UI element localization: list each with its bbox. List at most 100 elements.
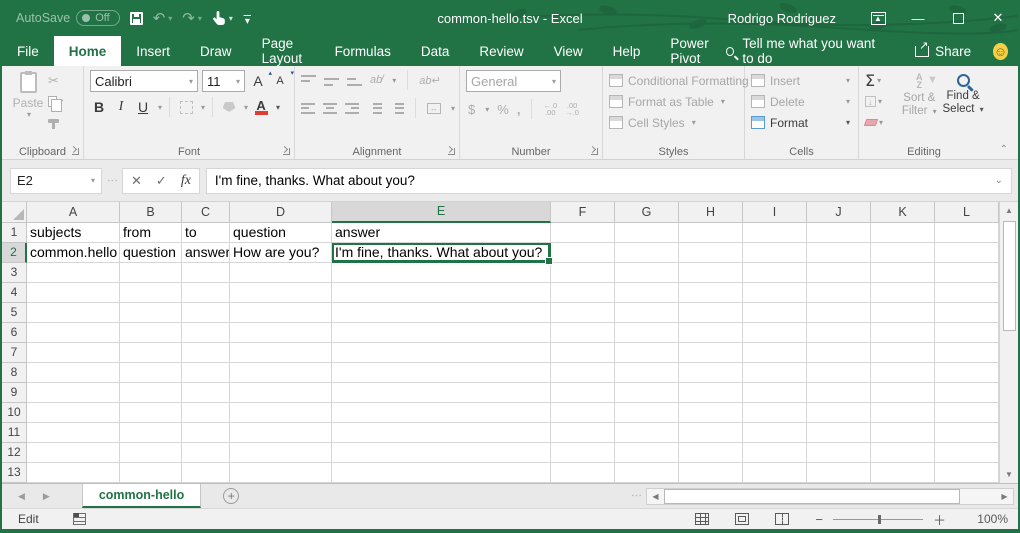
- merge-center-icon[interactable]: ↔: [427, 103, 441, 114]
- horizontal-scrollbar[interactable]: ◀ ▶: [646, 488, 1014, 505]
- cell-K5[interactable]: [871, 303, 935, 323]
- italic-button[interactable]: I: [112, 97, 130, 117]
- select-all-button[interactable]: [2, 202, 27, 223]
- currency-format-button[interactable]: $: [468, 102, 475, 117]
- formula-bar-grip-icon[interactable]: ⋮: [108, 175, 116, 187]
- cell-C9[interactable]: [182, 383, 230, 403]
- enter-icon[interactable]: ✓: [156, 173, 167, 189]
- cell-B4[interactable]: [120, 283, 182, 303]
- comma-format-button[interactable]: ,: [517, 102, 521, 117]
- cell-H3[interactable]: [679, 263, 743, 283]
- cell-D6[interactable]: [230, 323, 332, 343]
- cell-C3[interactable]: [182, 263, 230, 283]
- cell-L3[interactable]: [935, 263, 999, 283]
- prev-sheet-icon[interactable]: ◀: [18, 491, 25, 502]
- cell-K7[interactable]: [871, 343, 935, 363]
- cell-J11[interactable]: [807, 423, 871, 443]
- increase-decimal-button[interactable]: ←.0.00: [543, 102, 557, 116]
- cell-B8[interactable]: [120, 363, 182, 383]
- cell-D9[interactable]: [230, 383, 332, 403]
- cell-C2[interactable]: answer: [182, 243, 230, 263]
- column-header-B[interactable]: B: [120, 202, 182, 223]
- column-header-H[interactable]: H: [679, 202, 743, 223]
- column-header-A[interactable]: A: [27, 202, 120, 223]
- cell-G4[interactable]: [615, 283, 679, 303]
- cell-D7[interactable]: [230, 343, 332, 363]
- cell-K13[interactable]: [871, 463, 935, 483]
- cell-L4[interactable]: [935, 283, 999, 303]
- cell-G12[interactable]: [615, 443, 679, 463]
- cell-G9[interactable]: [615, 383, 679, 403]
- cell-D10[interactable]: [230, 403, 332, 423]
- zoom-level[interactable]: 100%: [972, 512, 1008, 526]
- cell-G11[interactable]: [615, 423, 679, 443]
- format-as-table-button[interactable]: Format as Table▾: [609, 91, 740, 112]
- page-break-view-icon[interactable]: [775, 513, 789, 525]
- cell-H2[interactable]: [679, 243, 743, 263]
- cell-L13[interactable]: [935, 463, 999, 483]
- cell-C4[interactable]: [182, 283, 230, 303]
- paste-button[interactable]: Paste ▾: [8, 70, 48, 143]
- maximize-button[interactable]: [938, 0, 978, 36]
- cell-G6[interactable]: [615, 323, 679, 343]
- cell-D3[interactable]: [230, 263, 332, 283]
- cell-C7[interactable]: [182, 343, 230, 363]
- cell-F10[interactable]: [551, 403, 615, 423]
- cell-B3[interactable]: [120, 263, 182, 283]
- cell-J2[interactable]: [807, 243, 871, 263]
- cell-D1[interactable]: question: [230, 223, 332, 243]
- scroll-right-icon[interactable]: ▶: [996, 492, 1013, 501]
- cell-I6[interactable]: [743, 323, 807, 343]
- format-painter-button[interactable]: [48, 113, 63, 129]
- cell-A11[interactable]: [27, 423, 120, 443]
- cell-B9[interactable]: [120, 383, 182, 403]
- tab-page-layout[interactable]: Page Layout: [247, 36, 320, 66]
- new-sheet-button[interactable]: +: [223, 484, 239, 508]
- cell-I11[interactable]: [743, 423, 807, 443]
- cell-J10[interactable]: [807, 403, 871, 423]
- column-header-E[interactable]: E: [332, 202, 551, 223]
- cell-D12[interactable]: [230, 443, 332, 463]
- cell-K10[interactable]: [871, 403, 935, 423]
- decrease-decimal-button[interactable]: .00→.0: [565, 102, 579, 116]
- zoom-slider-thumb[interactable]: [878, 515, 881, 524]
- redo-button[interactable]: ↷▾: [182, 9, 202, 27]
- cell-E2[interactable]: I'm fine, thanks. What about you?: [332, 243, 551, 263]
- cell-H6[interactable]: [679, 323, 743, 343]
- name-box[interactable]: E2▾: [10, 168, 102, 194]
- cell-H9[interactable]: [679, 383, 743, 403]
- borders-button[interactable]: [177, 97, 195, 117]
- row-header-3[interactable]: 3: [2, 263, 27, 283]
- cell-B1[interactable]: from: [120, 223, 182, 243]
- cell-C5[interactable]: [182, 303, 230, 323]
- cell-A8[interactable]: [27, 363, 120, 383]
- cell-K1[interactable]: [871, 223, 935, 243]
- cell-C10[interactable]: [182, 403, 230, 423]
- cell-F12[interactable]: [551, 443, 615, 463]
- cell-L1[interactable]: [935, 223, 999, 243]
- user-name[interactable]: Rodrigo Rodriguez: [728, 11, 836, 26]
- column-header-C[interactable]: C: [182, 202, 230, 223]
- cell-J3[interactable]: [807, 263, 871, 283]
- tab-formulas[interactable]: Formulas: [320, 36, 406, 66]
- increase-indent-icon[interactable]: [390, 103, 404, 114]
- cell-E7[interactable]: [332, 343, 551, 363]
- cell-L8[interactable]: [935, 363, 999, 383]
- font-size-combobox[interactable]: 11▾: [202, 70, 245, 92]
- sheet-tab-common-hello[interactable]: common-hello: [82, 484, 201, 508]
- increase-font-size-button[interactable]: A: [249, 71, 267, 91]
- cell-D2[interactable]: How are you?: [230, 243, 332, 263]
- cell-F11[interactable]: [551, 423, 615, 443]
- tab-insert[interactable]: Insert: [121, 36, 185, 66]
- cell-H12[interactable]: [679, 443, 743, 463]
- fill-color-button[interactable]: [220, 97, 238, 117]
- cell-H8[interactable]: [679, 363, 743, 383]
- vertical-scrollbar[interactable]: ▲ ▼: [999, 202, 1018, 483]
- cut-button[interactable]: ✂: [48, 73, 63, 89]
- cell-C8[interactable]: [182, 363, 230, 383]
- cell-F2[interactable]: [551, 243, 615, 263]
- macro-record-icon[interactable]: [73, 513, 86, 525]
- touch-mouse-mode-button[interactable]: ▾: [212, 10, 233, 26]
- cell-H13[interactable]: [679, 463, 743, 483]
- cell-D5[interactable]: [230, 303, 332, 323]
